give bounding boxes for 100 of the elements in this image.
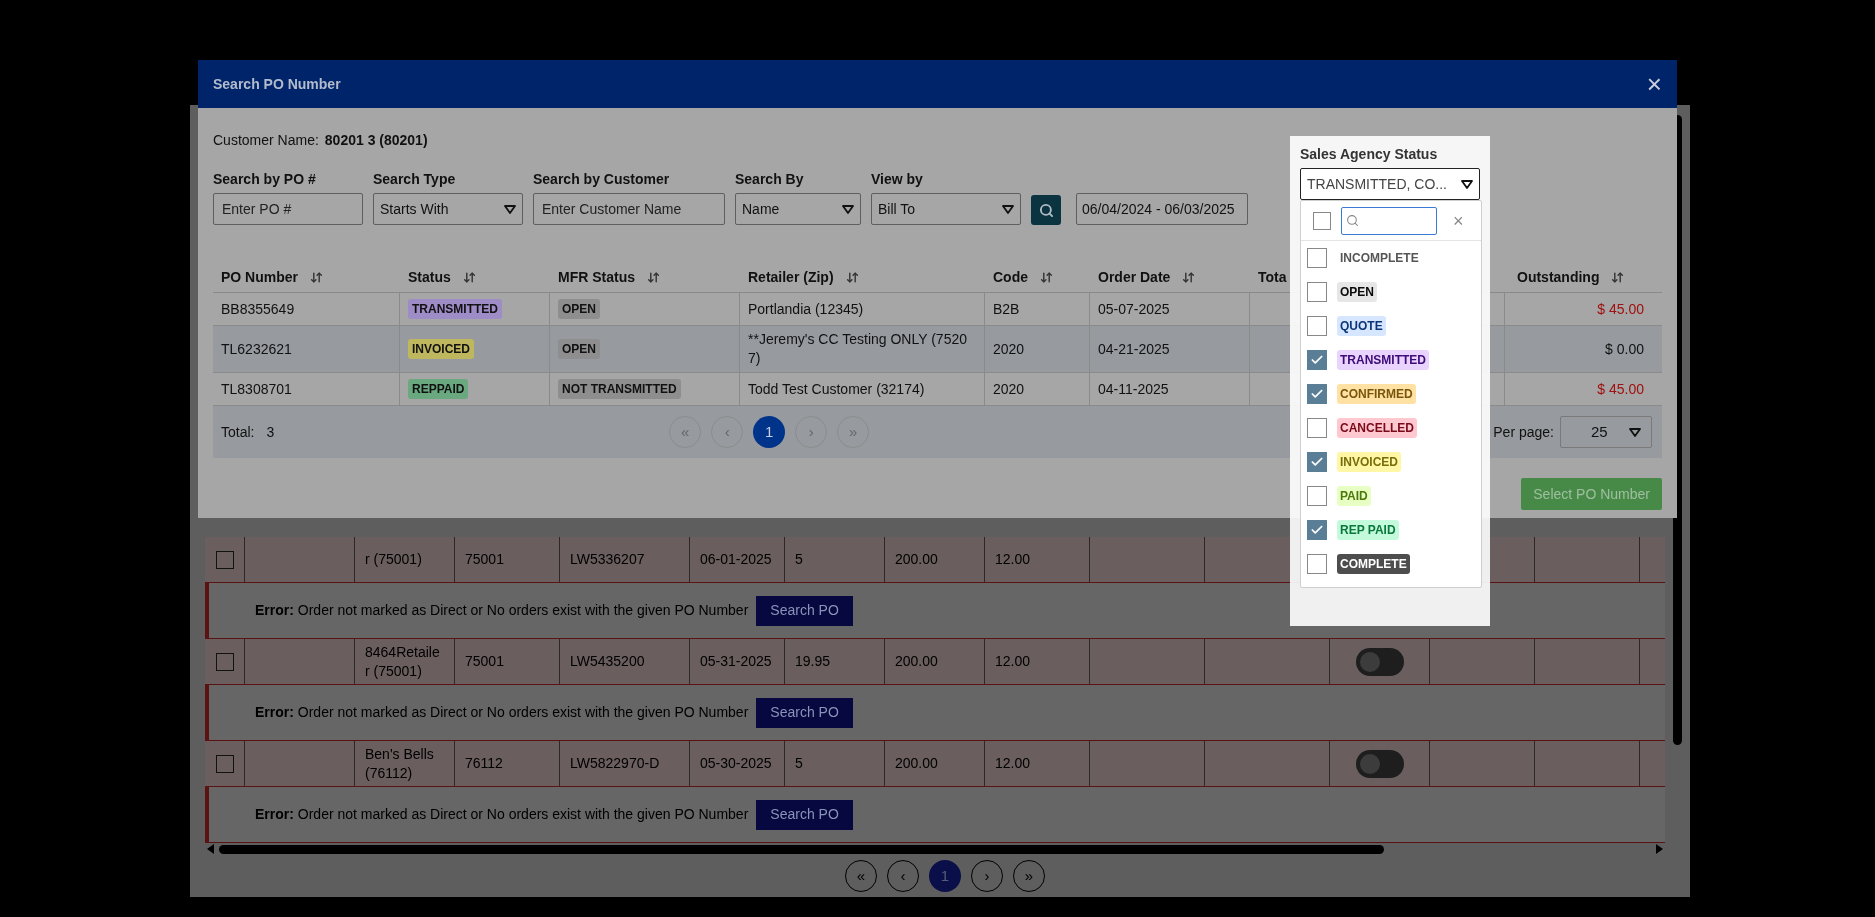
field-label: Search by Customer bbox=[533, 170, 671, 189]
field-label: View by bbox=[871, 170, 924, 189]
table-cell: Portlandia (12345) bbox=[748, 299, 864, 319]
customer-label: Customer Name: bbox=[213, 131, 319, 150]
option-item[interactable]: REP PAID bbox=[1301, 513, 1481, 547]
caret-icon bbox=[1002, 204, 1014, 214]
scrollbar-thumb[interactable] bbox=[219, 844, 1384, 854]
status-badge: OPEN bbox=[558, 339, 600, 359]
scroll-right-icon[interactable] bbox=[1655, 844, 1663, 854]
table-cell: 12.00 bbox=[995, 550, 1031, 569]
option-item[interactable]: INVOICED bbox=[1301, 445, 1481, 479]
option-item[interactable]: INCOMPLETE bbox=[1301, 241, 1481, 275]
table-cell-text: 04-21-2025 bbox=[1098, 339, 1170, 359]
status-badge: OPEN bbox=[1337, 282, 1377, 302]
select-field[interactable]: TRANSMITTED, CO... bbox=[1300, 168, 1480, 200]
table-cell-text: 2020 bbox=[993, 379, 1025, 399]
error-message: Error: Order not marked as Direct or No orders exist with the given PO Number bbox=[255, 805, 749, 824]
option-checkbox[interactable] bbox=[1307, 384, 1327, 404]
sort-icon bbox=[845, 271, 859, 284]
toggle-switch[interactable] bbox=[1355, 749, 1404, 778]
column-header[interactable]: PO Number bbox=[221, 267, 298, 288]
search-po-button[interactable]: Search PO bbox=[756, 697, 853, 728]
total-count: 3 bbox=[266, 422, 275, 442]
row-checkbox[interactable] bbox=[215, 754, 234, 773]
option-checkbox[interactable] bbox=[1307, 418, 1327, 438]
table-cell: 05-31-2025 bbox=[700, 652, 772, 671]
option-item[interactable]: TRANSMITTED bbox=[1301, 343, 1481, 377]
dialog-title: Search PO Number bbox=[213, 74, 341, 94]
column-header[interactable]: Tota bbox=[1258, 267, 1287, 288]
search-field[interactable] bbox=[1341, 206, 1437, 235]
table-cell-text: TL6232621 bbox=[221, 339, 292, 359]
field-label: Search By bbox=[735, 170, 805, 189]
sort-icon bbox=[1611, 271, 1625, 284]
option-checkbox[interactable] bbox=[1307, 316, 1327, 336]
sort-icon bbox=[310, 271, 323, 284]
table-cell: 06-01-2025 bbox=[700, 550, 772, 569]
column-header[interactable]: Status bbox=[408, 267, 451, 288]
table-cell: 75001 bbox=[465, 652, 504, 671]
clear-button[interactable]: × bbox=[1453, 211, 1464, 230]
check-icon bbox=[1310, 523, 1324, 537]
sort-icon bbox=[647, 271, 660, 284]
status-badge: TRANSMITTED bbox=[1337, 350, 1429, 370]
input-field[interactable]: Enter PO # bbox=[213, 193, 363, 225]
column-header[interactable]: MFR Status bbox=[558, 267, 635, 288]
field-label: Search Type bbox=[373, 170, 457, 189]
select-field[interactable]: Starts With bbox=[373, 193, 523, 225]
option-checkbox[interactable] bbox=[1307, 350, 1327, 370]
table-cell: 12.00 bbox=[995, 754, 1031, 773]
table-cell: 12.00 bbox=[995, 652, 1031, 671]
option-checkbox[interactable] bbox=[1307, 520, 1327, 540]
per-page-select[interactable]: 25 bbox=[1560, 416, 1652, 448]
table-cell-text: BB8355649 bbox=[221, 299, 295, 319]
caret-icon bbox=[1461, 179, 1473, 189]
column-header[interactable]: Outstanding bbox=[1517, 267, 1600, 288]
option-item[interactable]: PAID bbox=[1301, 479, 1481, 513]
total-label: Total: bbox=[221, 422, 255, 442]
status-badge: COMPLETE bbox=[1337, 554, 1410, 574]
search-po-button[interactable]: Search PO bbox=[756, 799, 853, 830]
option-checkbox[interactable] bbox=[1307, 282, 1327, 302]
column-header[interactable]: Order Date bbox=[1098, 267, 1171, 288]
check-icon bbox=[1310, 353, 1324, 367]
status-badge: INVOICED bbox=[1337, 452, 1401, 472]
caret-icon bbox=[842, 204, 854, 214]
table-cell-text: 04-11-2025 bbox=[1098, 379, 1169, 399]
column-header[interactable]: Code bbox=[993, 267, 1028, 288]
option-checkbox[interactable] bbox=[1307, 248, 1327, 268]
option-checkbox[interactable] bbox=[1307, 486, 1327, 506]
option-item[interactable]: QUOTE bbox=[1301, 309, 1481, 343]
option-checkbox[interactable] bbox=[1307, 554, 1327, 574]
option-item[interactable]: COMPLETE bbox=[1301, 547, 1481, 581]
search-button[interactable] bbox=[1031, 195, 1061, 225]
status-badge: NOT TRANSMITTED bbox=[558, 379, 681, 399]
option-checkbox[interactable] bbox=[1307, 452, 1327, 472]
scroll-left-icon[interactable] bbox=[207, 844, 215, 854]
status-badge: TRANSMITTED bbox=[408, 299, 502, 319]
select-all-checkbox[interactable] bbox=[1313, 211, 1331, 230]
column-header[interactable]: Retailer (Zip) bbox=[748, 267, 834, 288]
row-checkbox[interactable] bbox=[215, 652, 234, 671]
caret-icon bbox=[504, 204, 516, 214]
sort-icon bbox=[462, 271, 476, 284]
page-button[interactable]: 1 bbox=[753, 416, 786, 448]
toggle-switch[interactable] bbox=[1355, 647, 1404, 676]
table-cell: 5 bbox=[795, 550, 803, 569]
close-button[interactable]: × bbox=[1646, 71, 1662, 97]
search-icon bbox=[1038, 202, 1054, 218]
row-checkbox[interactable] bbox=[215, 550, 234, 569]
status-badge: REP PAID bbox=[1337, 520, 1399, 540]
search-po-button[interactable]: Search PO bbox=[756, 595, 853, 626]
input-field[interactable]: Enter Customer Name bbox=[533, 193, 725, 225]
select-field[interactable]: Name bbox=[735, 193, 861, 225]
status-badge: PAID bbox=[1337, 486, 1371, 506]
select-field[interactable]: Bill To bbox=[871, 193, 1021, 225]
table-cell-text: 05-07-2025 bbox=[1098, 299, 1170, 319]
status-badge: REPPAID bbox=[408, 379, 469, 399]
option-item[interactable]: OPEN bbox=[1301, 275, 1481, 309]
option-item[interactable]: CONFIRMED bbox=[1301, 377, 1481, 411]
option-item[interactable]: CANCELLED bbox=[1301, 411, 1481, 445]
table-cell: LW5336207 bbox=[570, 550, 645, 569]
table-cell-text: TL8308701 bbox=[221, 379, 292, 399]
date-range-field[interactable]: 06/04/2024 - 06/03/2025 bbox=[1076, 193, 1248, 225]
